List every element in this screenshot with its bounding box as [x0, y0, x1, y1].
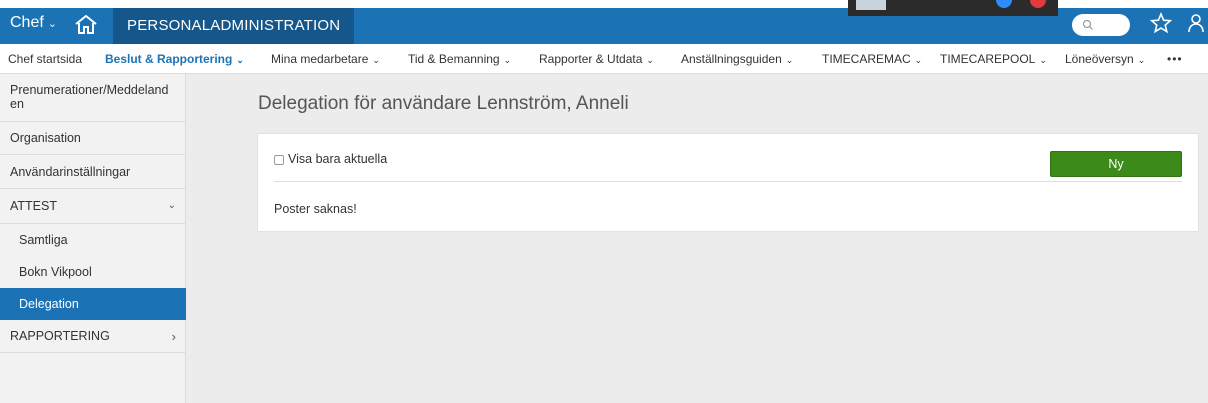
search-input[interactable]	[1072, 14, 1130, 36]
nav-item-beslut-rapportering[interactable]: Beslut & Rapportering ⌄	[105, 44, 244, 74]
sidebar-item-label: Bokn Vikpool	[19, 265, 92, 279]
nav-item-rapporter-utdata[interactable]: Rapporter & Utdata ⌄	[539, 44, 654, 74]
sidebar-item-bokn-vikpool[interactable]: Bokn Vikpool	[0, 256, 186, 288]
nav-item-mina-medarbetare[interactable]: Mina medarbetare ⌄	[271, 44, 380, 74]
nav-item-label: Rapporter & Utdata	[539, 52, 643, 66]
app-title[interactable]: PERSONALADMINISTRATION	[113, 8, 355, 44]
sidebar-item-label: RAPPORTERING	[10, 329, 110, 343]
search-icon	[1082, 19, 1093, 30]
new-button[interactable]: Ny	[1050, 151, 1182, 177]
sidebar-item-label: Användarinställningar	[10, 165, 131, 179]
sidebar-item-attest[interactable]: ATTEST ⌄	[0, 189, 186, 224]
sidebar-item-rapportering[interactable]: RAPPORTERING ›	[0, 320, 186, 353]
star-icon[interactable]	[1150, 12, 1172, 34]
sidebar-item-label: Prenumerationer/Meddelanden	[10, 83, 169, 111]
sidebar-item-organisation[interactable]: Organisation	[0, 122, 186, 155]
more-menu-icon[interactable]: •••	[1167, 44, 1183, 74]
empty-message: Poster saknas!	[274, 202, 357, 216]
chevron-down-icon: ⌄	[372, 55, 380, 65]
nav-item-label: Mina medarbetare	[271, 52, 369, 66]
sidebar-item-label: Organisation	[10, 131, 81, 145]
divider	[274, 181, 1182, 182]
delegation-panel: Visa bara aktuella Ny Poster saknas!	[257, 133, 1199, 232]
nav-item-timecarepool[interactable]: TIMECAREPOOL ⌄	[940, 44, 1047, 74]
nav-item-loneoversyn[interactable]: Löneöversyn ⌄	[1065, 44, 1145, 74]
sidebar-item-label: ATTEST	[10, 199, 57, 213]
top-bar: Chef ⌄ PERSONALADMINISTRATION	[0, 0, 1208, 44]
chevron-down-icon: ⌄	[503, 55, 512, 65]
nav-item-timecaremac[interactable]: TIMECAREMAC ⌄	[822, 44, 922, 74]
popup-thumbnail	[856, 0, 886, 10]
nav-item-label: Chef startsida	[8, 52, 83, 66]
page-title: Delegation för användare Lennström, Anne…	[258, 93, 629, 114]
chevron-down-icon: ⌄	[47, 18, 58, 30]
main-navigation: Chef startsida Beslut & Rapportering ⌄ Mi…	[0, 44, 1208, 74]
nav-item-label: Tid & Bemanning	[408, 52, 500, 66]
popup-blue-indicator	[996, 0, 1012, 8]
show-current-only-checkbox[interactable]	[274, 155, 284, 165]
chevron-down-icon: ⌄	[646, 55, 654, 65]
sidebar-item-prenumerationer[interactable]: Prenumerationer/Meddelanden	[0, 74, 186, 122]
sidebar-item-delegation[interactable]: Delegation	[0, 288, 186, 320]
sidebar-item-label: Delegation	[19, 297, 79, 311]
show-current-only-label[interactable]: Visa bara aktuella	[288, 152, 387, 166]
nav-item-anstallningsguiden[interactable]: Anställningsguiden ⌄	[681, 44, 793, 74]
popup-red-indicator	[1030, 0, 1046, 8]
nav-item-chef-startsida[interactable]: Chef startsida	[8, 44, 82, 74]
chevron-right-icon: ›	[171, 329, 176, 344]
screen-share-popup	[848, 0, 1058, 16]
nav-item-label: Anställningsguiden	[681, 52, 782, 66]
nav-item-tid-bemanning[interactable]: Tid & Bemanning ⌄	[408, 44, 511, 74]
chevron-down-icon: ⌄	[785, 55, 794, 65]
chevron-down-icon: ⌄	[236, 55, 244, 65]
chevron-down-icon: ⌄	[1039, 55, 1047, 65]
nav-item-label: TIMECAREPOOL	[940, 52, 1036, 66]
chevron-down-icon: ⌄	[914, 55, 923, 65]
chevron-down-icon: ⌄	[167, 200, 176, 211]
user-settings-icon[interactable]	[1188, 12, 1208, 34]
role-selector[interactable]: Chef ⌄	[10, 14, 57, 32]
sidebar-item-samtliga[interactable]: Samtliga	[0, 224, 186, 256]
nav-item-label: Beslut & Rapportering	[105, 52, 233, 66]
nav-item-label: TIMECAREMAC	[822, 52, 911, 66]
chevron-down-icon: ⌄	[1137, 55, 1146, 65]
home-icon[interactable]	[74, 14, 98, 34]
sidebar: Prenumerationer/Meddelanden Organisation…	[0, 74, 186, 403]
nav-item-label: Löneöversyn	[1065, 52, 1134, 66]
role-label: Chef	[10, 14, 44, 31]
sidebar-item-label: Samtliga	[19, 233, 68, 247]
sidebar-item-anvandarinstallningar[interactable]: Användarinställningar	[0, 155, 186, 189]
